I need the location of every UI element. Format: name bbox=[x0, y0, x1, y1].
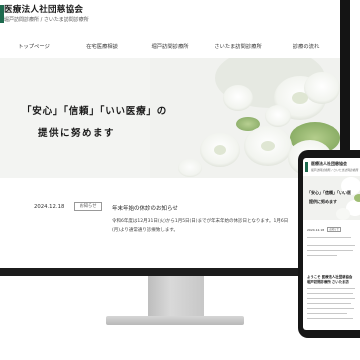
phone-flowers-image bbox=[303, 176, 360, 220]
phone-welcome-line2: 堀戸訪問診療所 さいたま訪 bbox=[307, 280, 349, 284]
site-brand[interactable]: 医療法人社団慈協会 堀戸訪問診療所 / さいたま訪問診療所 bbox=[0, 3, 89, 23]
phone-logo-mark bbox=[305, 162, 308, 172]
news-date: 2024.12.18 bbox=[34, 204, 65, 210]
phone-text-line bbox=[307, 303, 351, 305]
monitor-stand-neck bbox=[148, 276, 204, 316]
phone-text-line bbox=[307, 308, 354, 310]
device-mockup-scene: 医療法人社団慈協会 堀戸訪問診療所 / さいたま訪問診療所 トップページ 在宅医… bbox=[0, 0, 360, 360]
news-body-line2: (月)より通常通り診療致します。 bbox=[112, 228, 178, 233]
phone-org-name: 医療法人社団慈協会 bbox=[311, 161, 347, 166]
phone-screen: 医療法人社団慈協会 堀戸訪問診療所 / さいたま訪問診療所 「安心」「信頼」「い… bbox=[303, 158, 360, 330]
phone-hero-line2: 提供に努めます bbox=[309, 199, 337, 204]
phone-text-line bbox=[307, 237, 351, 239]
phone-text-line bbox=[307, 250, 353, 252]
main-nav: トップページ 在宅医療相談 堀戸訪問診療所 さいたま訪問診療所 診療の流れ bbox=[0, 40, 340, 54]
phone-org-subtitle: 堀戸訪問診療所 / さいたま訪問診療所 bbox=[311, 168, 359, 172]
phone-text-line bbox=[307, 245, 355, 247]
phone-text-line bbox=[307, 298, 355, 300]
phone-hero-line1: 「安心」「信頼」「いい医 bbox=[307, 190, 351, 195]
phone-text-line bbox=[307, 293, 353, 295]
desktop-screen: 医療法人社団慈協会 堀戸訪問診療所 / さいたま訪問診療所 トップページ 在宅医… bbox=[0, 0, 340, 268]
phone-text-line bbox=[307, 318, 353, 320]
news-body-line1: 令和6年度は12月31日(火)から1月5日(日)までが年末年始の休診日となります… bbox=[112, 219, 289, 224]
phone-hero-banner: 「安心」「信頼」「いい医 提供に努めます bbox=[303, 176, 360, 220]
phone-news-badge: お知らせ bbox=[327, 227, 341, 232]
hero-headline-line2: 提供に努めます bbox=[38, 128, 116, 139]
nav-item-home-care-consult[interactable]: 在宅医療相談 bbox=[68, 40, 136, 54]
hero-headline-line1: 「安心」「信頼」「いい医療」の bbox=[22, 106, 168, 117]
logo-mark bbox=[0, 5, 4, 23]
phone-text-line bbox=[307, 313, 347, 315]
phone-text-line bbox=[307, 255, 337, 257]
phone-text-line bbox=[307, 288, 355, 290]
smartphone-mockup: 医療法人社団慈協会 堀戸訪問診療所 / さいたま訪問診療所 「安心」「信頼」「い… bbox=[298, 150, 360, 338]
org-name: 医療法人社団慈協会 bbox=[4, 5, 84, 15]
news-title[interactable]: 年末年始の休診のお知らせ bbox=[112, 204, 178, 212]
nav-item-top[interactable]: トップページ bbox=[0, 40, 68, 54]
news-category-badge: お知らせ bbox=[74, 202, 102, 211]
phone-news-date: 2024.12.18 bbox=[307, 228, 325, 232]
phone-site-brand[interactable]: 医療法人社団慈協会 堀戸訪問診療所 / さいたま訪問診療所 bbox=[305, 161, 359, 172]
hero-banner: 「安心」「信頼」「いい医療」の 提供に努めます bbox=[0, 58, 340, 178]
nav-item-horito-clinic[interactable]: 堀戸訪問診療所 bbox=[136, 40, 204, 54]
monitor-stand-base bbox=[106, 316, 244, 325]
nav-item-flow[interactable]: 診療の流れ bbox=[272, 40, 340, 54]
nav-item-saitama-clinic[interactable]: さいたま訪問診療所 bbox=[204, 40, 272, 54]
org-subtitle: 堀戸訪問診療所 / さいたま訪問診療所 bbox=[4, 17, 89, 23]
